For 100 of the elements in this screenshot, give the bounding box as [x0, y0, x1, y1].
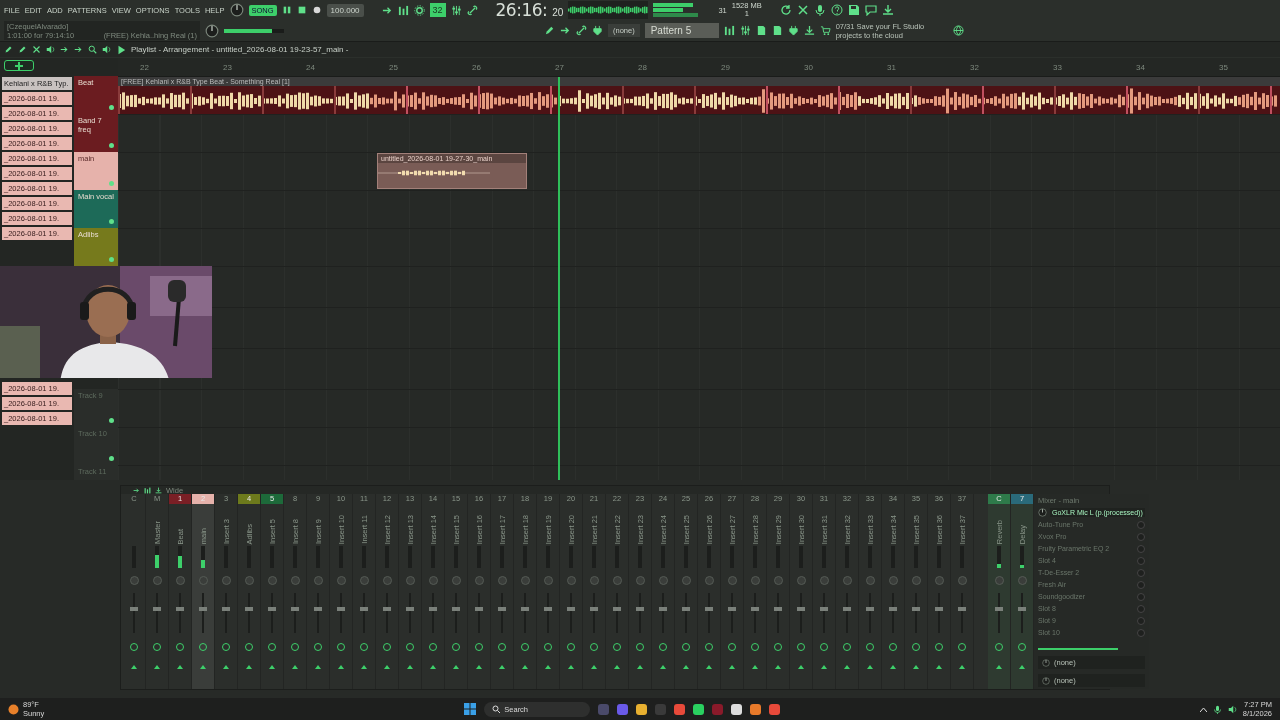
bars-icon[interactable]: [144, 486, 151, 494]
send-arrow[interactable]: [131, 665, 137, 669]
send-arrow[interactable]: [384, 665, 390, 669]
download-icon[interactable]: [803, 25, 815, 36]
track-enable-dot[interactable]: [109, 418, 114, 423]
send-arrow[interactable]: [798, 665, 804, 669]
bars-icon[interactable]: [723, 25, 735, 36]
help-icon[interactable]: [830, 4, 843, 16]
send-arrow[interactable]: [660, 665, 666, 669]
send-arrow[interactable]: [269, 665, 275, 669]
microphone-icon[interactable]: [813, 4, 826, 16]
search-icon[interactable]: [88, 45, 97, 54]
track-enable-dot[interactable]: [109, 143, 114, 148]
app-icon[interactable]: [693, 703, 705, 715]
speaker-icon[interactable]: [102, 45, 111, 54]
send-arrow[interactable]: [936, 665, 942, 669]
knob-icon[interactable]: [1038, 508, 1047, 517]
send-arrow[interactable]: [729, 665, 735, 669]
download-icon[interactable]: [881, 4, 894, 16]
send-arrow[interactable]: [177, 665, 183, 669]
chevron-icon[interactable]: [1199, 706, 1207, 712]
pause-icon[interactable]: [281, 5, 292, 15]
send-arrow[interactable]: [821, 665, 827, 669]
sliders-icon[interactable]: [450, 4, 462, 16]
track-enable-dot[interactable]: [109, 219, 114, 224]
close-icon[interactable]: [796, 4, 809, 16]
app-icon[interactable]: [750, 703, 762, 715]
send-arrow[interactable]: [913, 665, 919, 669]
track-enable-dot[interactable]: [109, 257, 114, 262]
start-icon[interactable]: [464, 703, 477, 715]
knob-icon[interactable]: [205, 23, 219, 38]
track-enable-dot[interactable]: [109, 181, 114, 186]
globe-icon[interactable]: [952, 25, 964, 36]
record-icon[interactable]: [311, 5, 322, 15]
send-arrow[interactable]: [200, 665, 206, 669]
microphone-icon[interactable]: [1212, 704, 1222, 714]
plus-icon: [15, 61, 23, 70]
arrow-icon[interactable]: [60, 45, 69, 54]
send-arrow[interactable]: [453, 665, 459, 669]
send-arrow[interactable]: [706, 665, 712, 669]
track-enable-dot[interactable]: [109, 456, 114, 461]
send-arrow[interactable]: [614, 665, 620, 669]
send-arrow[interactable]: [775, 665, 781, 669]
tempo-field[interactable]: 100.000: [326, 3, 364, 17]
master-volume-slider[interactable]: [224, 28, 284, 33]
send-arrow[interactable]: [959, 665, 965, 669]
arrow-icon[interactable]: [74, 45, 83, 54]
send-arrow[interactable]: [996, 665, 1002, 669]
play-icon[interactable]: [116, 44, 126, 55]
send-arrow[interactable]: [154, 665, 160, 669]
send-arrow[interactable]: [890, 665, 896, 669]
send-arrow[interactable]: [867, 665, 873, 669]
speaker-icon[interactable]: [46, 45, 55, 54]
knob-icon[interactable]: [229, 3, 244, 17]
bars-icon[interactable]: [397, 4, 409, 16]
step-button[interactable]: 32: [429, 3, 446, 17]
app-icon[interactable]: [731, 703, 743, 715]
send-arrow[interactable]: [844, 665, 850, 669]
pencil-icon[interactable]: [544, 25, 555, 36]
arrow-icon[interactable]: [133, 486, 140, 494]
send-arrow[interactable]: [223, 665, 229, 669]
sliders-icon[interactable]: [739, 25, 751, 36]
send-arrow[interactable]: [568, 665, 574, 669]
refresh-icon[interactable]: [779, 4, 792, 16]
pattern-selector[interactable]: Pattern 5: [644, 23, 719, 38]
knob-icon[interactable]: [1042, 658, 1050, 667]
send-arrow[interactable]: [522, 665, 528, 669]
save-icon[interactable]: [847, 4, 860, 16]
arrow-icon[interactable]: [560, 25, 571, 36]
stop-icon[interactable]: [296, 5, 307, 15]
page-icon[interactable]: [771, 25, 783, 36]
ruler-number: 28: [638, 63, 647, 72]
send-arrow[interactable]: [683, 665, 689, 669]
send-arrow[interactable]: [430, 665, 436, 669]
send-arrow[interactable]: [361, 665, 367, 669]
send-arrow[interactable]: [246, 665, 252, 669]
send-arrow[interactable]: [545, 665, 551, 669]
cart-icon[interactable]: [819, 25, 831, 36]
knob-icon[interactable]: [1042, 676, 1050, 685]
send-arrow[interactable]: [476, 665, 482, 669]
track-enable-dot[interactable]: [109, 105, 114, 110]
ruler-number: 23: [223, 63, 232, 72]
send-arrow[interactable]: [752, 665, 758, 669]
add-pattern-button[interactable]: [4, 60, 34, 71]
speaker-icon[interactable]: [1227, 704, 1237, 714]
send-arrow[interactable]: [591, 665, 597, 669]
app-icon[interactable]: [636, 703, 648, 715]
chat-icon[interactable]: [864, 4, 877, 16]
send-arrow[interactable]: [637, 665, 643, 669]
send-arrow[interactable]: [315, 665, 321, 669]
send-arrow[interactable]: [292, 665, 298, 669]
ruler-number: 22: [140, 63, 149, 72]
send-arrow[interactable]: [499, 665, 505, 669]
close-icon[interactable]: [32, 45, 41, 54]
gear-icon[interactable]: [413, 4, 425, 16]
send-arrow[interactable]: [338, 665, 344, 669]
page-icon[interactable]: [755, 25, 767, 36]
send-arrow[interactable]: [1019, 665, 1025, 669]
download-icon[interactable]: [155, 486, 162, 494]
send-arrow[interactable]: [407, 665, 413, 669]
